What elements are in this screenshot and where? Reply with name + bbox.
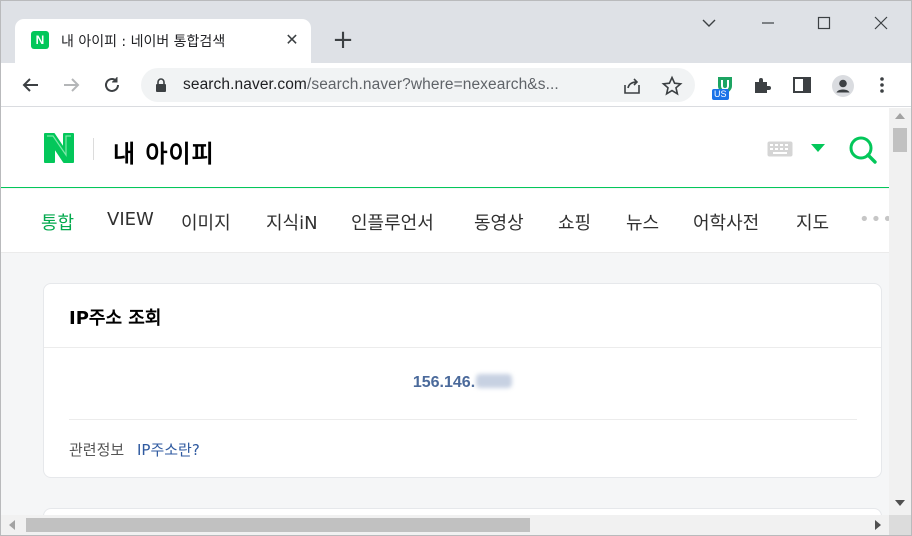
reload-button[interactable] — [96, 69, 128, 101]
scrollbar-corner — [889, 515, 911, 535]
tab-news[interactable]: 뉴스 — [626, 209, 659, 235]
profile-button[interactable] — [826, 69, 858, 101]
minimize-icon — [762, 22, 774, 24]
tab-title: 내 아이피 : 네이버 통합검색 — [61, 34, 226, 50]
ip-address-text: 156.146. — [412, 374, 476, 391]
related-info: 관련정보 IP주소란? — [69, 439, 200, 460]
avatar-icon — [832, 75, 854, 97]
search-icon[interactable] — [847, 134, 879, 166]
naver-favicon-icon: N — [31, 31, 49, 49]
tab-kin[interactable]: 지식iN — [266, 209, 318, 235]
header-divider — [93, 138, 94, 160]
url-path: /search.naver?where=nexearch&s... — [306, 76, 559, 93]
more-tabs-button[interactable]: ••• — [859, 209, 889, 230]
scroll-up-icon[interactable] — [895, 113, 905, 119]
bookmark-star-icon[interactable] — [661, 75, 683, 97]
tab-influencer[interactable]: 인플루언서 — [351, 209, 434, 235]
minimize-button[interactable] — [745, 9, 791, 37]
new-tab-button[interactable]: + — [327, 25, 359, 57]
related-info-label: 관련정보 — [69, 441, 125, 459]
tab-view[interactable]: VIEW — [107, 209, 154, 230]
autocomplete-toggle-icon[interactable] — [811, 144, 825, 152]
vertical-scrollbar[interactable] — [889, 108, 911, 515]
address-bar[interactable]: search.naver.com/search.naver?where=nexe… — [141, 68, 695, 102]
close-icon — [874, 16, 888, 30]
browser-window: N 내 아이피 : 네이버 통합검색 ✕ + search.naver.com/… — [0, 0, 912, 536]
arrow-left-icon — [22, 78, 38, 92]
url-host: search.naver.com — [183, 76, 307, 93]
page-viewport: 내 아이피 통합 VIEW 이미지 지식iN 인플루언서 동영상 쇼핑 뉴스 어… — [1, 108, 889, 515]
horizontal-scrollbar[interactable] — [1, 515, 889, 535]
puzzle-icon — [755, 78, 771, 93]
maximize-button[interactable] — [801, 9, 847, 37]
back-button[interactable] — [15, 69, 47, 101]
side-panel-icon — [793, 77, 811, 93]
tab-shopping[interactable]: 쇼핑 — [558, 209, 591, 235]
lock-icon[interactable] — [155, 78, 167, 92]
tab-map[interactable]: 지도 — [796, 209, 829, 235]
scroll-down-icon[interactable] — [895, 500, 905, 506]
next-result-card — [43, 508, 882, 515]
keyboard-icon[interactable] — [767, 141, 793, 157]
url-text[interactable]: search.naver.com/search.naver?where=nexe… — [183, 76, 603, 94]
naver-header: 내 아이피 — [1, 108, 889, 188]
tab-strip: N 내 아이피 : 네이버 통합검색 ✕ + — [1, 1, 911, 63]
scroll-right-icon[interactable] — [875, 520, 881, 530]
forward-button[interactable] — [55, 69, 87, 101]
extensions-button[interactable] — [746, 69, 778, 101]
divider — [44, 347, 881, 348]
side-panel-button[interactable] — [786, 69, 818, 101]
divider — [69, 419, 857, 420]
card-title: IP주소 조회 — [69, 308, 162, 329]
vpn-extension-button[interactable]: US — [709, 69, 741, 101]
kebab-menu-icon — [880, 77, 884, 93]
maximize-icon — [817, 16, 831, 30]
browser-toolbar: search.naver.com/search.naver?where=nexe… — [1, 63, 911, 107]
chevron-down-icon — [702, 19, 716, 27]
reload-icon — [105, 77, 119, 92]
arrow-right-icon — [64, 78, 80, 92]
share-icon[interactable] — [621, 75, 643, 97]
ip-lookup-card: IP주소 조회 156.146. 관련정보 IP주소란? — [43, 283, 882, 478]
tab-video[interactable]: 동영상 — [474, 209, 524, 235]
tab-images[interactable]: 이미지 — [181, 209, 231, 235]
browser-tab[interactable]: N 내 아이피 : 네이버 통합검색 ✕ — [15, 19, 311, 63]
vertical-scroll-thumb[interactable] — [893, 128, 907, 152]
tab-search-button[interactable] — [686, 9, 732, 37]
menu-button[interactable] — [866, 69, 898, 101]
horizontal-scroll-thumb[interactable] — [26, 518, 530, 532]
tab-dictionary[interactable]: 어학사전 — [693, 209, 759, 235]
vpn-region-badge: US — [712, 89, 729, 100]
close-window-button[interactable] — [858, 9, 904, 37]
tab-integrated[interactable]: 통합 — [41, 209, 74, 235]
search-tabs: 통합 VIEW 이미지 지식iN 인플루언서 동영상 쇼핑 뉴스 어학사전 지도… — [1, 189, 889, 253]
ip-redacted-blur — [476, 374, 513, 388]
scroll-left-icon[interactable] — [9, 520, 15, 530]
search-query[interactable]: 내 아이피 — [113, 134, 215, 169]
naver-logo-icon[interactable] — [41, 130, 77, 166]
ip-address: 156.146. — [44, 374, 881, 392]
ip-info-link[interactable]: IP주소란? — [137, 441, 200, 459]
tab-close-icon[interactable]: ✕ — [281, 29, 303, 51]
